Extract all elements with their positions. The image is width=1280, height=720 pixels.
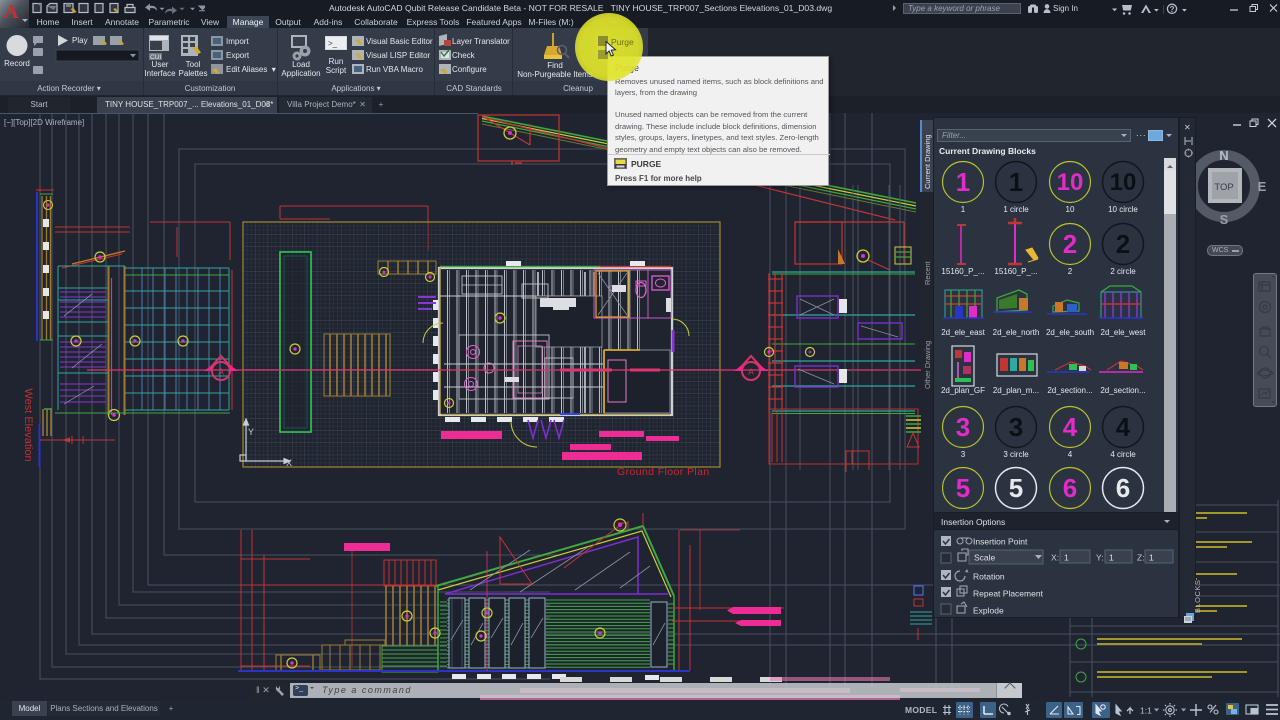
svg-text:4: 4 (1063, 412, 1078, 442)
svg-text:X: X (286, 458, 292, 468)
svg-text:3: 3 (956, 412, 970, 442)
svg-text:2: 2 (1063, 229, 1077, 259)
svg-text:4: 4 (1116, 412, 1131, 442)
svg-text:Ground Floor Plan: Ground Floor Plan (617, 466, 710, 478)
svg-text:Explode: Explode (973, 606, 1004, 616)
svg-text:10: 10 (1110, 169, 1137, 196)
svg-text:?: ? (1170, 5, 1175, 14)
svg-text:TOP: TOP (1214, 182, 1233, 193)
svg-text:2d_plan_m...: 2d_plan_m... (993, 386, 1039, 395)
svg-text:A: A (748, 368, 754, 377)
svg-text:1: 1 (1149, 553, 1154, 563)
svg-text:S: S (1220, 212, 1229, 227)
svg-text:N: N (1219, 148, 1228, 163)
svg-text:15160_P_...: 15160_P_... (994, 267, 1037, 276)
svg-text:2d_ele_south: 2d_ele_south (1046, 328, 1094, 337)
svg-text:10: 10 (1066, 205, 1075, 214)
svg-text:Insertion Point: Insertion Point (973, 537, 1028, 547)
svg-text:2d_ele_east: 2d_ele_east (941, 328, 985, 337)
svg-text:1 circle: 1 circle (1003, 205, 1029, 214)
svg-text:2: 2 (1068, 267, 1073, 276)
svg-text:2d_ele_west: 2d_ele_west (1101, 328, 1147, 337)
svg-text:4: 4 (1068, 450, 1073, 459)
svg-text:A: A (218, 368, 224, 377)
svg-text:2 circle: 2 circle (1110, 267, 1136, 276)
svg-text:Repeat Placement: Repeat Placement (973, 589, 1044, 599)
svg-text:Y:: Y: (1096, 553, 1104, 563)
svg-text:Z:: Z: (1137, 553, 1145, 563)
svg-text:>_: >_ (328, 39, 338, 48)
svg-text:5: 5 (956, 473, 970, 503)
svg-text:Scale: Scale (974, 553, 996, 563)
svg-text:1: 1 (961, 205, 966, 214)
svg-text:4 circle: 4 circle (1110, 450, 1136, 459)
svg-text:2d_section...: 2d_section... (1100, 386, 1145, 395)
svg-text:2d_ele_north: 2d_ele_north (993, 328, 1040, 337)
svg-text:1: 1 (1109, 553, 1114, 563)
svg-text:1: 1 (956, 167, 970, 197)
svg-text:15160_P_...: 15160_P_... (941, 267, 984, 276)
svg-text:6: 6 (1116, 473, 1130, 503)
svg-text:6: 6 (1063, 473, 1077, 503)
svg-text:Y: Y (248, 427, 254, 437)
svg-text:3 circle: 3 circle (1003, 450, 1029, 459)
svg-text:1: 1 (1009, 167, 1023, 197)
svg-text:3: 3 (961, 450, 966, 459)
svg-text:E: E (1258, 179, 1267, 194)
svg-text:1: 1 (1064, 553, 1069, 563)
svg-text:5: 5 (1009, 473, 1023, 503)
svg-text:10 circle: 10 circle (1108, 205, 1138, 214)
svg-text:2: 2 (1116, 229, 1130, 259)
svg-text:Rotation: Rotation (973, 572, 1005, 582)
svg-text:3: 3 (1009, 412, 1023, 442)
svg-text:West Elevation: West Elevation (22, 388, 34, 461)
svg-text:10: 10 (1057, 169, 1084, 196)
svg-text:1:1: 1:1 (1140, 706, 1152, 716)
svg-text:2d_plan_GF: 2d_plan_GF (941, 386, 985, 395)
svg-text:2d_section...: 2d_section... (1047, 386, 1092, 395)
svg-text:X:: X: (1051, 553, 1059, 563)
